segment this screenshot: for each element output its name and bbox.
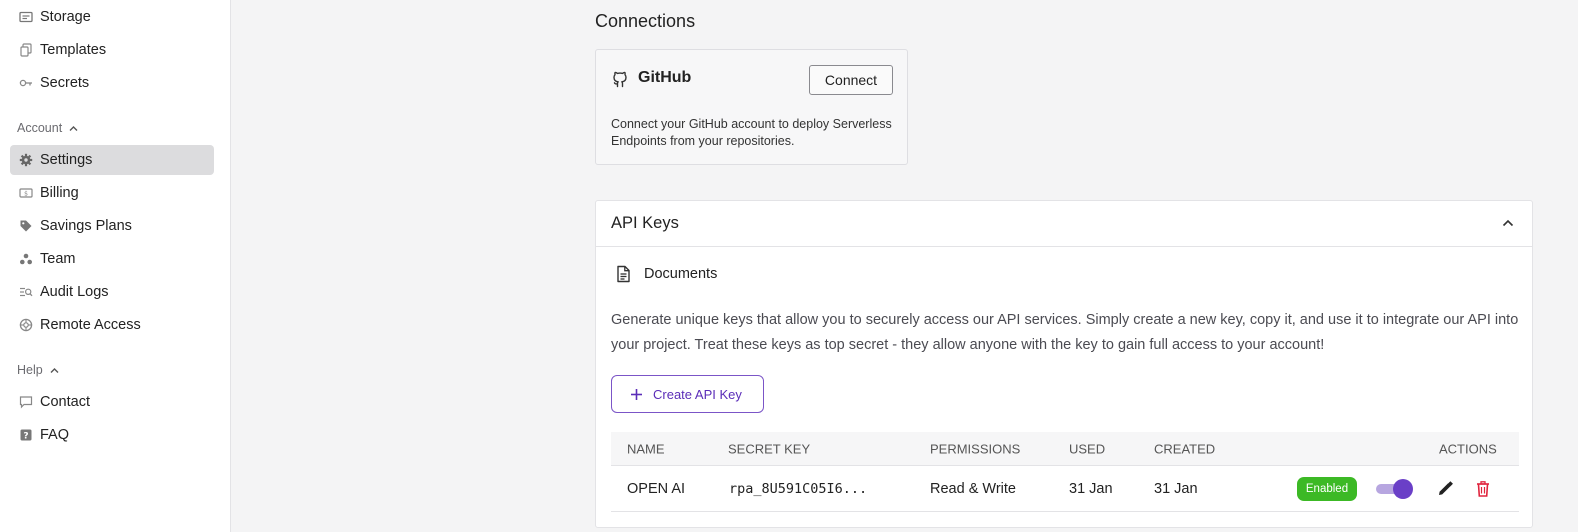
documents-label: Documents [644, 266, 718, 282]
svg-text:?: ? [23, 432, 28, 442]
column-header-used: USED [1069, 441, 1106, 456]
sidebar-item-label: Settings [40, 152, 93, 168]
key-created: 31 Jan [1154, 480, 1198, 497]
team-icon [19, 252, 33, 266]
sidebar-item-audit-logs[interactable]: Audit Logs [10, 277, 214, 307]
sidebar-item-label: Billing [40, 185, 79, 201]
sidebar-item-label: Remote Access [40, 317, 141, 333]
github-connection-card: GitHub Connect Connect your GitHub accou… [595, 49, 908, 165]
svg-text:$: $ [24, 191, 28, 198]
api-keys-description: Generate unique keys that allow you to s… [611, 312, 1519, 353]
sidebar-item-label: FAQ [40, 427, 70, 443]
billing-icon: $ [19, 186, 33, 200]
column-header-permissions: PERMISSIONS [930, 441, 1021, 456]
column-header-name: NAME [627, 441, 665, 456]
sidebar: Storage Templates Secrets Account Settin… [0, 0, 231, 532]
sidebar-item-team[interactable]: Team [10, 244, 214, 274]
connections-title: Connections [595, 11, 696, 31]
sidebar-item-contact[interactable]: Contact [10, 387, 214, 417]
api-keys-header[interactable]: API Keys [596, 201, 1532, 247]
key-icon [19, 76, 33, 90]
key-used: 31 Jan [1069, 480, 1113, 497]
sidebar-item-label: Secrets [40, 75, 90, 91]
github-description: Connect your GitHub account to deploy Se… [611, 117, 892, 148]
edit-pencil-icon[interactable] [1436, 480, 1454, 498]
api-keys-title: API Keys [611, 214, 679, 232]
table-row: OPEN AI rpa_8U591C05I6... Read & Write 3… [611, 466, 1519, 512]
key-secret: rpa_8U591C05I6... [729, 480, 868, 497]
column-header-secret-key: SECRET KEY [728, 441, 811, 456]
sidebar-item-templates[interactable]: Templates [10, 35, 214, 65]
document-icon [617, 265, 630, 283]
github-connect-button[interactable]: Connect [809, 65, 893, 95]
sidebar-item-storage[interactable]: Storage [10, 2, 214, 32]
api-keys-table-header: NAME SECRET KEY PERMISSIONS USED CREATED… [611, 432, 1519, 466]
sidebar-item-label: Savings Plans [40, 218, 132, 234]
github-icon [613, 71, 627, 88]
remote-access-icon [19, 318, 33, 332]
section-label: Account [17, 121, 63, 135]
gear-icon [19, 153, 33, 167]
api-keys-panel: API Keys Documents Generate unique keys … [595, 200, 1533, 528]
column-header-created: CREATED [1154, 441, 1216, 456]
documents-link[interactable]: Documents [614, 265, 717, 283]
chevron-up-icon [69, 125, 78, 131]
sidebar-item-faq[interactable]: ? FAQ [10, 420, 214, 450]
status-badge: Enabled [1297, 477, 1357, 501]
create-api-key-label: Create API Key [653, 386, 742, 402]
toggle-knob [1393, 479, 1413, 499]
sidebar-item-settings[interactable]: Settings [10, 145, 214, 175]
enable-toggle[interactable] [1376, 479, 1413, 499]
tag-icon [19, 219, 33, 233]
account-section-toggle[interactable]: Account [17, 121, 79, 135]
delete-trash-icon[interactable] [1474, 480, 1492, 498]
section-label: Help [17, 363, 43, 377]
question-icon: ? [19, 428, 33, 442]
sidebar-item-billing[interactable]: $ Billing [10, 178, 214, 208]
sidebar-item-label: Audit Logs [40, 284, 109, 300]
sidebar-item-label: Contact [40, 394, 90, 410]
templates-icon [19, 43, 33, 57]
github-title: GitHub [638, 69, 692, 86]
column-header-actions: ACTIONS [1439, 441, 1497, 456]
sidebar-item-label: Templates [40, 42, 107, 58]
audit-logs-icon [19, 285, 33, 299]
chat-icon [19, 395, 33, 409]
key-permissions: Read & Write [930, 480, 1016, 497]
chevron-up-icon[interactable] [1501, 216, 1515, 230]
sidebar-item-secrets[interactable]: Secrets [10, 68, 214, 98]
help-section-toggle[interactable]: Help [17, 363, 60, 377]
storage-icon [19, 10, 33, 24]
sidebar-item-remote-access[interactable]: Remote Access [10, 310, 214, 340]
plus-icon [631, 388, 642, 400]
chevron-up-icon [50, 367, 59, 373]
create-api-key-button[interactable]: Create API Key [611, 375, 764, 413]
sidebar-item-label: Storage [40, 9, 91, 25]
key-name: OPEN AI [627, 480, 686, 497]
sidebar-item-label: Team [40, 251, 76, 267]
sidebar-item-savings-plans[interactable]: Savings Plans [10, 211, 214, 241]
